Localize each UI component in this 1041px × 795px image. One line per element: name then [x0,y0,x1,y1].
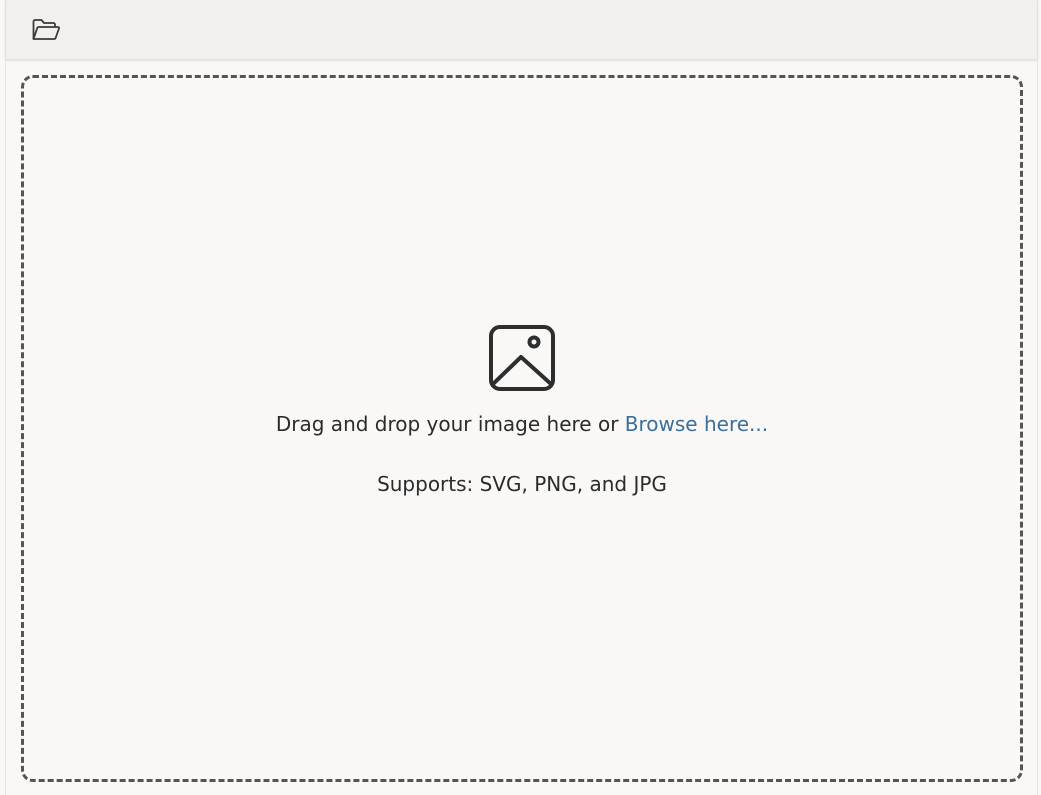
browse-link[interactable]: Browse here... [625,412,768,436]
panel-left-edge [5,60,6,795]
image-drop-zone[interactable]: Drag and drop your image here or Browse … [21,75,1023,782]
toolbar [5,0,1038,60]
drop-zone-content: Drag and drop your image here or Browse … [276,324,768,498]
drop-prompt-text: Drag and drop your image here or [275,412,625,436]
folder-open-icon [32,19,60,40]
panel-right-edge [1037,60,1038,795]
open-file-button[interactable] [28,12,64,48]
supported-formats-text: Supports: SVG, PNG, and JPG [377,472,667,496]
drop-prompt: Drag and drop your image here or Browse … [276,410,768,438]
app-window: Drag and drop your image here or Browse … [0,0,1041,795]
image-icon [488,325,555,391]
